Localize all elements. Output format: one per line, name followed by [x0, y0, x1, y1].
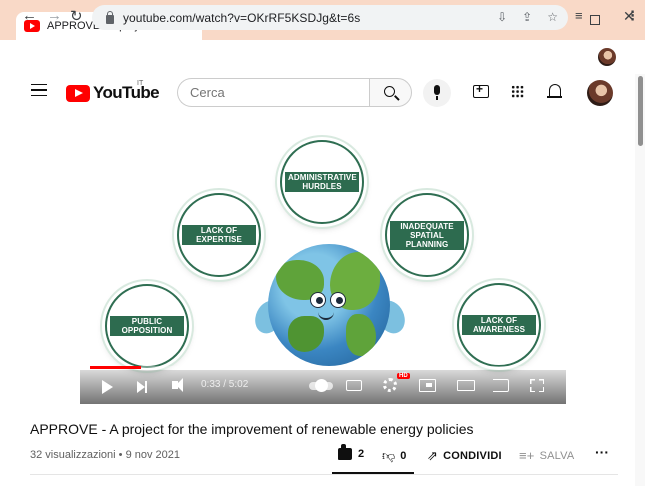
- fullscreen-icon[interactable]: [530, 379, 544, 392]
- divider: [30, 474, 618, 475]
- forward-arrow-icon[interactable]: →: [47, 7, 62, 24]
- youtube-wordmark: YouTube: [93, 83, 160, 102]
- url-text[interactable]: youtube.com/watch?v=OKrRF5KSDJg&t=6s: [123, 11, 360, 25]
- play-icon[interactable]: [102, 380, 113, 394]
- search-box[interactable]: [177, 78, 369, 107]
- share-icon[interactable]: ⇪: [522, 10, 532, 24]
- lack-of-awareness-bubble: LACK OF AWARENESS: [457, 283, 541, 367]
- public-opposition-bubble: PUBLIC OPPOSITION: [105, 284, 189, 368]
- bubble-label: ADMINISTRATIVE HURDLES: [285, 172, 359, 192]
- reading-list-icon[interactable]: ≡: [575, 8, 583, 23]
- page-scrollbar-thumb[interactable]: [638, 76, 643, 146]
- youtube-logo[interactable]: YouTube: [66, 83, 160, 103]
- more-actions-button[interactable]: ···: [595, 444, 609, 460]
- inadequate-spatial-planning-bubble: INADEQUATE SPATIAL PLANNING: [385, 193, 469, 277]
- back-arrow-icon[interactable]: ←: [22, 7, 37, 24]
- browser-toolbar: [0, 40, 645, 74]
- maximize-window-button[interactable]: [590, 15, 600, 25]
- address-bar[interactable]: youtube.com/watch?v=OKrRF5KSDJg&t=6s ⇩ ⇪…: [92, 5, 568, 30]
- bubble-label: LACK OF EXPERTISE: [182, 225, 256, 245]
- install-icon[interactable]: ⇩: [497, 10, 507, 24]
- time-display: 0:33 / 5:02: [201, 379, 249, 390]
- search-icon: [384, 86, 395, 97]
- autoplay-toggle[interactable]: [309, 379, 333, 392]
- progress-bar[interactable]: [90, 366, 556, 369]
- thumbs-down-icon: 👎︎: [382, 448, 396, 463]
- bookmark-star-icon[interactable]: ☆: [547, 10, 558, 24]
- administrative-hurdles-bubble: ADMINISTRATIVE HURDLES: [280, 140, 364, 224]
- search-input[interactable]: [190, 85, 360, 100]
- browser-menu-icon[interactable]: ⋮: [626, 8, 639, 24]
- lack-of-expertise-bubble: LACK OF EXPERTISE: [177, 193, 261, 277]
- earth-right-eye: [330, 292, 346, 308]
- landmass: [346, 314, 376, 356]
- search-button[interactable]: [369, 78, 412, 107]
- save-button[interactable]: ≡+ SALVA: [519, 448, 574, 463]
- bubble-label: INADEQUATE SPATIAL PLANNING: [390, 220, 464, 250]
- video-frame[interactable]: PUBLIC OPPOSITION LACK OF EXPERTISE ADMI…: [80, 132, 566, 404]
- lock-icon[interactable]: [106, 10, 114, 24]
- volume-icon[interactable]: [172, 378, 183, 392]
- microphone-icon: [434, 85, 440, 95]
- earth-left-eye: [310, 292, 326, 308]
- video-title: APPROVE - A project for the improvement …: [30, 421, 474, 437]
- subtitles-icon[interactable]: [346, 380, 362, 391]
- reload-icon[interactable]: ↻: [70, 7, 83, 25]
- miniplayer-icon[interactable]: [419, 379, 436, 392]
- youtube-play-logo-icon: [66, 84, 90, 102]
- theater-mode-icon[interactable]: [457, 380, 475, 391]
- browser-profile-avatar[interactable]: [598, 48, 616, 66]
- dislike-count: 0: [400, 450, 407, 462]
- video-player[interactable]: PUBLIC OPPOSITION LACK OF EXPERTISE ADMI…: [80, 132, 566, 404]
- like-count: 2: [358, 448, 365, 460]
- bubble-label: LACK OF AWARENESS: [462, 315, 536, 335]
- video-meta[interactable]: 32 visualizzazioni • 9 nov 2021: [30, 449, 180, 461]
- share-label: CONDIVIDI: [443, 450, 502, 462]
- cast-icon[interactable]: [493, 379, 509, 392]
- earth-character: [268, 244, 390, 366]
- voice-search-button[interactable]: [423, 79, 451, 107]
- hd-badge: HD: [397, 373, 410, 379]
- create-video-icon[interactable]: [473, 82, 489, 98]
- hamburger-menu-icon[interactable]: [31, 84, 47, 96]
- notifications-bell-icon[interactable]: [547, 84, 562, 98]
- account-avatar[interactable]: [587, 80, 613, 106]
- share-button[interactable]: ⇗ CONDIVIDI: [427, 448, 502, 464]
- save-label: SALVA: [539, 449, 575, 462]
- add-to-playlist-icon: ≡+: [519, 448, 535, 463]
- earth-smile: [318, 312, 334, 320]
- next-video-icon[interactable]: [137, 381, 147, 393]
- dislike-button[interactable]: 👎︎ 0: [382, 448, 406, 464]
- country-code: IT: [137, 80, 144, 87]
- progress-bar-played[interactable]: [90, 366, 141, 369]
- microphone-stem: [436, 96, 438, 100]
- omnibox-actions: ⇩ ⇪ ☆: [497, 10, 558, 24]
- apps-grid-icon[interactable]: [511, 85, 524, 98]
- like-button[interactable]: 2: [338, 444, 365, 460]
- bubble-label: PUBLIC OPPOSITION: [110, 316, 184, 336]
- share-arrow-icon: ⇗: [427, 448, 439, 463]
- landmass: [288, 316, 324, 352]
- thumbs-up-icon: [338, 444, 352, 460]
- settings-gear-icon[interactable]: [383, 378, 397, 392]
